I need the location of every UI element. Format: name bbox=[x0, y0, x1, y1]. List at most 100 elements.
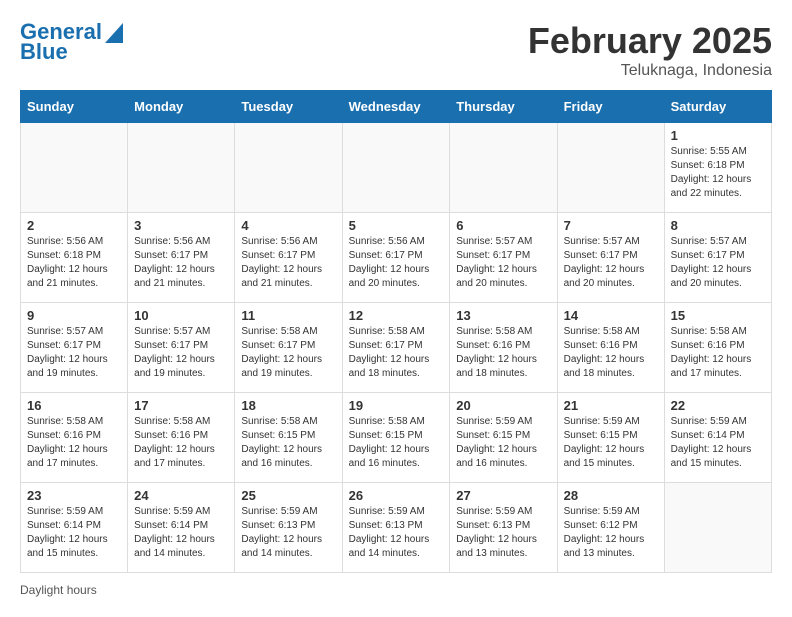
logo-text-blue: Blue bbox=[20, 40, 68, 64]
day-number: 8 bbox=[671, 218, 765, 233]
day-info: Sunrise: 5:56 AM Sunset: 6:17 PM Dayligh… bbox=[241, 235, 335, 291]
calendar-week-5: 23Sunrise: 5:59 AM Sunset: 6:14 PM Dayli… bbox=[21, 483, 772, 573]
day-number: 14 bbox=[564, 308, 658, 323]
calendar-cell: 26 Sunrise: 5:59 AM Sunset: 6:13 PM Dayli… bbox=[342, 483, 450, 573]
calendar-cell: 9 Sunrise: 5:57 AM Sunset: 6:17 PM Daylig… bbox=[21, 303, 128, 393]
logo-triangle-icon bbox=[105, 23, 123, 43]
calendar-cell: 4 Sunrise: 5:56 AM Sunset: 6:17 PM Daylig… bbox=[235, 213, 342, 303]
weekday-header-wednesday: Wednesday bbox=[342, 91, 450, 123]
day-info: Sunrise: 5:57 AM Sunset: 6:17 PM Dayligh… bbox=[134, 325, 228, 381]
day-number: 2 bbox=[27, 218, 121, 233]
calendar-cell: 28 Sunrise: 5:59 AM Sunset: 6:12 PM Dayli… bbox=[557, 483, 664, 573]
calendar-cell: 16 Sunrise: 5:58 AM Sunset: 6:16 PM Dayli… bbox=[21, 393, 128, 483]
day-number: 22 bbox=[671, 398, 765, 413]
day-info: Sunrise: 5:56 AM Sunset: 6:17 PM Dayligh… bbox=[349, 235, 444, 291]
day-info: Sunrise: 5:58 AM Sunset: 6:16 PM Dayligh… bbox=[27, 415, 121, 471]
weekday-header-saturday: Saturday bbox=[664, 91, 771, 123]
day-info: Sunrise: 5:58 AM Sunset: 6:16 PM Dayligh… bbox=[671, 325, 765, 381]
calendar-cell: 23Sunrise: 5:59 AM Sunset: 6:14 PM Dayli… bbox=[21, 483, 128, 573]
calendar-cell bbox=[128, 123, 235, 213]
day-number: 28 bbox=[564, 488, 658, 503]
weekday-header-row: SundayMondayTuesdayWednesdayThursdayFrid… bbox=[21, 91, 772, 123]
calendar-cell: 20 Sunrise: 5:59 AM Sunset: 6:15 PM Dayli… bbox=[450, 393, 557, 483]
day-number: 7 bbox=[564, 218, 658, 233]
day-number: 19 bbox=[349, 398, 444, 413]
day-info: Sunrise: 5:59 AM Sunset: 6:12 PM Dayligh… bbox=[564, 505, 658, 561]
footer-text: Daylight hours bbox=[20, 583, 97, 597]
calendar-cell: 8 Sunrise: 5:57 AM Sunset: 6:17 PM Daylig… bbox=[664, 213, 771, 303]
day-info: Sunrise: 5:57 AM Sunset: 6:17 PM Dayligh… bbox=[27, 325, 121, 381]
calendar-cell: 19 Sunrise: 5:58 AM Sunset: 6:15 PM Dayli… bbox=[342, 393, 450, 483]
day-info: Sunrise: 5:59 AM Sunset: 6:14 PM Dayligh… bbox=[134, 505, 228, 561]
weekday-header-sunday: Sunday bbox=[21, 91, 128, 123]
day-number: 4 bbox=[241, 218, 335, 233]
day-number: 3 bbox=[134, 218, 228, 233]
weekday-header-monday: Monday bbox=[128, 91, 235, 123]
day-info: Sunrise: 5:59 AM Sunset: 6:15 PM Dayligh… bbox=[456, 415, 550, 471]
logo: General Blue bbox=[20, 20, 123, 64]
calendar-cell: 27 Sunrise: 5:59 AM Sunset: 6:13 PM Dayli… bbox=[450, 483, 557, 573]
day-info: Sunrise: 5:56 AM Sunset: 6:18 PM Dayligh… bbox=[27, 235, 121, 291]
calendar-cell bbox=[235, 123, 342, 213]
day-number: 5 bbox=[349, 218, 444, 233]
weekday-header-thursday: Thursday bbox=[450, 91, 557, 123]
calendar-cell: 7 Sunrise: 5:57 AM Sunset: 6:17 PM Daylig… bbox=[557, 213, 664, 303]
calendar-cell: 2 Sunrise: 5:56 AM Sunset: 6:18 PM Daylig… bbox=[21, 213, 128, 303]
calendar-week-2: 2 Sunrise: 5:56 AM Sunset: 6:18 PM Daylig… bbox=[21, 213, 772, 303]
title-block: February 2025 Teluknaga, Indonesia bbox=[528, 20, 772, 80]
day-info: Sunrise: 5:57 AM Sunset: 6:17 PM Dayligh… bbox=[564, 235, 658, 291]
weekday-header-tuesday: Tuesday bbox=[235, 91, 342, 123]
calendar-title: February 2025 bbox=[528, 20, 772, 62]
calendar-cell: 14 Sunrise: 5:58 AM Sunset: 6:16 PM Dayli… bbox=[557, 303, 664, 393]
calendar-week-3: 9 Sunrise: 5:57 AM Sunset: 6:17 PM Daylig… bbox=[21, 303, 772, 393]
day-number: 18 bbox=[241, 398, 335, 413]
day-number: 24 bbox=[134, 488, 228, 503]
day-number: 25 bbox=[241, 488, 335, 503]
day-info: Sunrise: 5:58 AM Sunset: 6:15 PM Dayligh… bbox=[241, 415, 335, 471]
day-number: 6 bbox=[456, 218, 550, 233]
calendar-week-1: 1Sunrise: 5:55 AM Sunset: 6:18 PM Daylig… bbox=[21, 123, 772, 213]
day-number: 15 bbox=[671, 308, 765, 323]
day-info: Sunrise: 5:56 AM Sunset: 6:17 PM Dayligh… bbox=[134, 235, 228, 291]
day-number: 12 bbox=[349, 308, 444, 323]
day-number: 16 bbox=[27, 398, 121, 413]
day-info: Sunrise: 5:59 AM Sunset: 6:14 PM Dayligh… bbox=[27, 505, 121, 561]
calendar-cell: 3 Sunrise: 5:56 AM Sunset: 6:17 PM Daylig… bbox=[128, 213, 235, 303]
page-header: General Blue February 2025 Teluknaga, In… bbox=[20, 20, 772, 80]
calendar-cell: 5 Sunrise: 5:56 AM Sunset: 6:17 PM Daylig… bbox=[342, 213, 450, 303]
calendar-cell bbox=[450, 123, 557, 213]
calendar-footer: Daylight hours bbox=[20, 583, 772, 597]
calendar-cell: 12Sunrise: 5:58 AM Sunset: 6:17 PM Dayli… bbox=[342, 303, 450, 393]
day-info: Sunrise: 5:59 AM Sunset: 6:13 PM Dayligh… bbox=[349, 505, 444, 561]
day-number: 20 bbox=[456, 398, 550, 413]
day-number: 13 bbox=[456, 308, 550, 323]
day-info: Sunrise: 5:57 AM Sunset: 6:17 PM Dayligh… bbox=[671, 235, 765, 291]
day-info: Sunrise: 5:59 AM Sunset: 6:15 PM Dayligh… bbox=[564, 415, 658, 471]
day-number: 11 bbox=[241, 308, 335, 323]
calendar-cell: 6 Sunrise: 5:57 AM Sunset: 6:17 PM Daylig… bbox=[450, 213, 557, 303]
day-info: Sunrise: 5:59 AM Sunset: 6:13 PM Dayligh… bbox=[456, 505, 550, 561]
day-number: 21 bbox=[564, 398, 658, 413]
calendar-cell: 25Sunrise: 5:59 AM Sunset: 6:13 PM Dayli… bbox=[235, 483, 342, 573]
calendar-week-4: 16 Sunrise: 5:58 AM Sunset: 6:16 PM Dayli… bbox=[21, 393, 772, 483]
calendar-cell bbox=[342, 123, 450, 213]
calendar-cell: 10 Sunrise: 5:57 AM Sunset: 6:17 PM Dayli… bbox=[128, 303, 235, 393]
day-number: 27 bbox=[456, 488, 550, 503]
day-info: Sunrise: 5:59 AM Sunset: 6:14 PM Dayligh… bbox=[671, 415, 765, 471]
day-info: Sunrise: 5:58 AM Sunset: 6:16 PM Dayligh… bbox=[456, 325, 550, 381]
day-number: 10 bbox=[134, 308, 228, 323]
calendar-cell bbox=[664, 483, 771, 573]
day-info: Sunrise: 5:57 AM Sunset: 6:17 PM Dayligh… bbox=[456, 235, 550, 291]
day-info: Sunrise: 5:58 AM Sunset: 6:16 PM Dayligh… bbox=[564, 325, 658, 381]
calendar-cell: 15 Sunrise: 5:58 AM Sunset: 6:16 PM Dayli… bbox=[664, 303, 771, 393]
calendar-cell: 1Sunrise: 5:55 AM Sunset: 6:18 PM Daylig… bbox=[664, 123, 771, 213]
calendar-cell bbox=[557, 123, 664, 213]
day-info: Sunrise: 5:58 AM Sunset: 6:15 PM Dayligh… bbox=[349, 415, 444, 471]
calendar-cell: 11Sunrise: 5:58 AM Sunset: 6:17 PM Dayli… bbox=[235, 303, 342, 393]
day-number: 9 bbox=[27, 308, 121, 323]
day-number: 26 bbox=[349, 488, 444, 503]
calendar-cell: 18 Sunrise: 5:58 AM Sunset: 6:15 PM Dayli… bbox=[235, 393, 342, 483]
day-number: 1 bbox=[671, 128, 765, 143]
weekday-header-friday: Friday bbox=[557, 91, 664, 123]
calendar-cell: 24 Sunrise: 5:59 AM Sunset: 6:14 PM Dayli… bbox=[128, 483, 235, 573]
